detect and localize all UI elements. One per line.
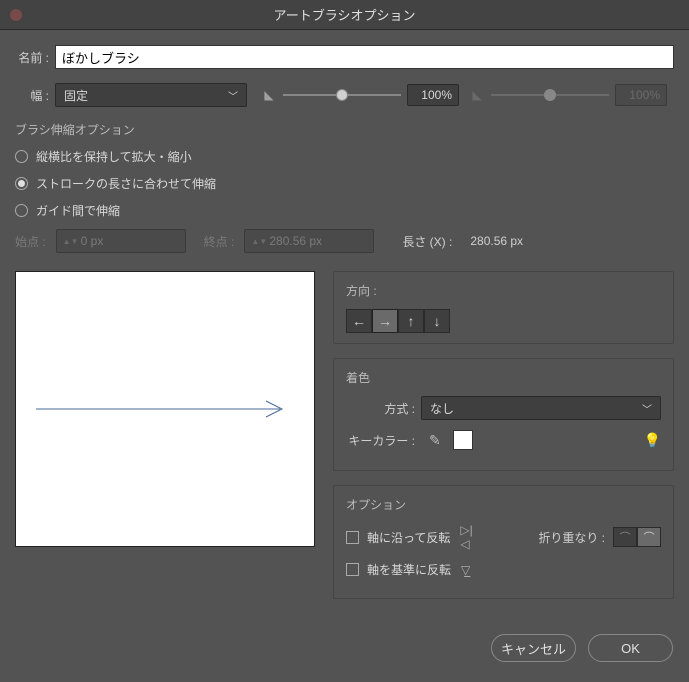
colorize-method-select[interactable]: なし ﹀ [421, 396, 661, 420]
stepper-arrows-icon: ▲▼ [63, 238, 75, 245]
end-value: 280.56 px [269, 234, 322, 248]
titlebar: アートブラシオプション [0, 0, 689, 30]
flip-across-checkbox[interactable] [346, 563, 359, 576]
keycolor-label: キーカラー : [346, 432, 421, 449]
chevron-down-icon: ﹀ [642, 401, 652, 416]
overlap-off-button[interactable]: ⌒ [613, 527, 637, 547]
width-mode-select[interactable]: 固定 ﹀ [55, 83, 247, 107]
preview-arrow-icon [36, 399, 296, 419]
width-slider-1[interactable] [283, 94, 401, 96]
slider-thumb-disabled [544, 89, 556, 101]
radio-icon [15, 204, 28, 217]
colorize-title: 着色 [346, 369, 661, 386]
width-mode-value: 固定 [64, 87, 88, 104]
stretch-section-title: ブラシ伸縮オプション [15, 121, 674, 138]
end-label: 終点 : [204, 233, 235, 250]
method-value: なし [430, 400, 454, 417]
cancel-button[interactable]: キャンセル [491, 634, 576, 662]
method-label: 方式 : [346, 400, 421, 417]
radio-icon-checked [15, 177, 28, 190]
options-title: オプション [346, 496, 661, 513]
stepper-arrows-icon: ▲▼ [251, 238, 263, 245]
start-label: 始点 : [15, 233, 46, 250]
stretch-option-scale[interactable]: 縦横比を保持して拡大・縮小 [15, 148, 674, 165]
start-input: ▲▼ 0 px [56, 229, 186, 253]
slider-left-icon: ◣ [261, 88, 277, 102]
name-label: 名前 : [15, 49, 55, 66]
length-label: 長さ (X) : [402, 233, 452, 250]
width-label: 幅 : [15, 87, 55, 104]
stretch-opt3-label: ガイド間で伸縮 [36, 202, 120, 219]
tips-bulb-icon[interactable]: 💡 [644, 432, 661, 449]
width-percent-2: 100% [615, 84, 667, 106]
stretch-option-fit-length[interactable]: ストロークの長さに合わせて伸縮 [15, 175, 674, 192]
flip-across-label: 軸を基準に反転 [367, 561, 451, 578]
direction-down-button[interactable]: ↓ [424, 309, 450, 333]
direction-title: 方向 : [346, 282, 661, 299]
width-slider-2 [491, 94, 609, 96]
eyedropper-icon[interactable]: ✎ [429, 432, 445, 448]
brush-name-input[interactable] [55, 45, 674, 69]
length-value: 280.56 px [470, 234, 523, 248]
slider-thumb[interactable] [336, 89, 348, 101]
stretch-option-between-guides[interactable]: ガイド間で伸縮 [15, 202, 674, 219]
flip-across-icon: ▽̲ [461, 563, 479, 577]
ok-button[interactable]: OK [588, 634, 673, 662]
flip-along-checkbox[interactable] [346, 531, 359, 544]
end-input: ▲▼ 280.56 px [244, 229, 374, 253]
direction-up-button[interactable]: ↑ [398, 309, 424, 333]
keycolor-swatch[interactable] [453, 430, 473, 450]
direction-left-button[interactable]: ← [346, 309, 372, 333]
overlap-on-button[interactable]: ⌒ [637, 527, 661, 547]
flip-along-icon: ▷|◁ [460, 523, 478, 551]
brush-preview [15, 271, 315, 547]
radio-icon [15, 150, 28, 163]
direction-right-button[interactable]: → [372, 309, 398, 333]
width-percent-1[interactable]: 100% [407, 84, 459, 106]
flip-along-label: 軸に沿って反転 [367, 529, 450, 546]
slider-left-icon-disabled: ◣ [469, 88, 485, 102]
stretch-opt2-label: ストロークの長さに合わせて伸縮 [36, 175, 216, 192]
stretch-opt1-label: 縦横比を保持して拡大・縮小 [36, 148, 192, 165]
close-window-dot[interactable] [10, 9, 22, 21]
dialog-title: アートブラシオプション [274, 5, 416, 24]
chevron-down-icon: ﹀ [228, 88, 238, 103]
start-value: 0 px [81, 234, 104, 248]
overlap-label: 折り重なり : [538, 529, 605, 546]
